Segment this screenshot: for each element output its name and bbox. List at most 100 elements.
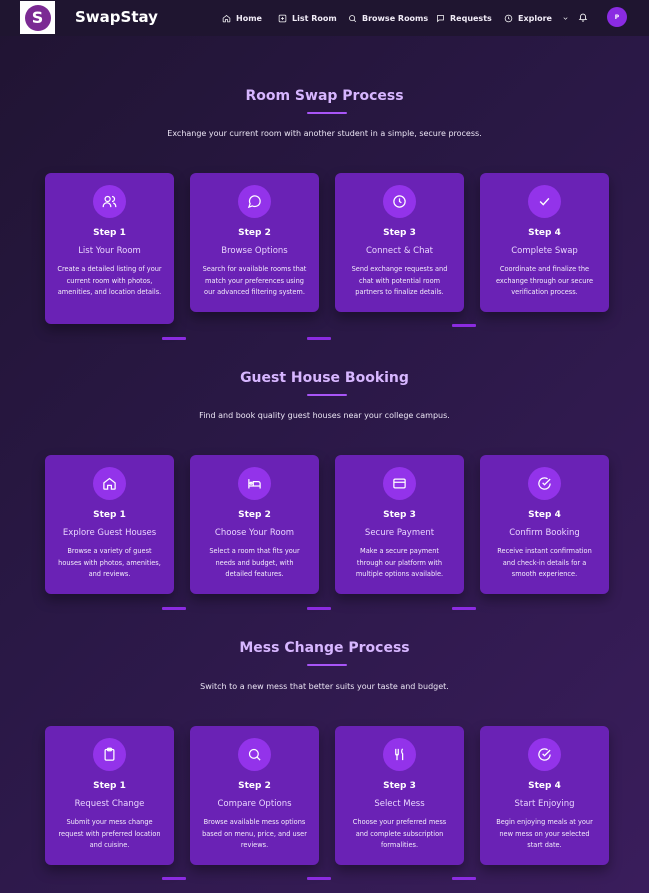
section-underline	[307, 664, 347, 666]
nav-requests[interactable]: Requests	[436, 12, 492, 24]
step-description: Browse available mess options based on m…	[202, 818, 307, 850]
nav-browse-rooms-label: Browse Rooms	[362, 13, 429, 23]
step-description: Make a secure payment through our platfo…	[355, 547, 444, 579]
connector-bar	[452, 607, 476, 610]
clock-icon	[393, 195, 406, 208]
icon-badge	[238, 185, 271, 218]
step-description: Choose your preferred mess and complete …	[352, 818, 447, 850]
check-circle-icon	[538, 748, 551, 761]
check-circle-icon	[538, 477, 551, 490]
connector-bar	[307, 607, 331, 610]
step-title: Confirm Booking	[509, 528, 580, 538]
home-icon	[222, 14, 231, 22]
step-description: Receive instant confirmation and check-i…	[497, 547, 592, 579]
step-title: Complete Swap	[511, 246, 578, 256]
icon-badge	[93, 467, 126, 500]
avatar[interactable]: P	[607, 7, 627, 27]
section-subtitle-room-swap: Exchange your current room with another …	[167, 129, 482, 138]
step-title: Compare Options	[217, 799, 292, 809]
nav-home[interactable]: Home	[222, 12, 262, 24]
chevron-down-icon	[563, 16, 568, 20]
search-icon	[248, 748, 261, 761]
step-card-room-swap-1[interactable]: Step 1 List Your Room Create a detailed …	[45, 173, 174, 324]
step-title: Secure Payment	[364, 528, 435, 538]
step-card-mess-3[interactable]: Step 3 Select Mess Choose your preferred…	[335, 726, 464, 865]
step-number: Step 1	[93, 228, 126, 238]
icon-badge	[383, 738, 416, 771]
connector-bar	[452, 324, 476, 327]
step-description: Begin enjoying meals at your new mess on…	[496, 818, 593, 850]
step-card-guest-house-2[interactable]: Step 2 Choose Your Room Select a room th…	[190, 455, 319, 594]
step-title: List Your Room	[78, 246, 141, 256]
step-number: Step 2	[238, 510, 271, 520]
step-card-mess-1[interactable]: Step 1 Request Change Submit your mess c…	[45, 726, 174, 865]
check-icon	[539, 197, 550, 206]
nav-explore-label: Explore	[518, 13, 552, 23]
step-number: Step 4	[528, 228, 561, 238]
step-title: Start Enjoying	[514, 799, 575, 809]
credit-card-icon	[393, 478, 406, 489]
step-card-room-swap-2[interactable]: Step 2 Browse Options Search for availab…	[190, 173, 319, 312]
section-title-guest-house: Guest House Booking	[240, 370, 409, 386]
logo[interactable]: S	[20, 1, 55, 34]
bed-icon	[248, 479, 261, 489]
step-number: Step 1	[93, 781, 126, 791]
step-description: Browse a variety of guest houses with ph…	[58, 547, 161, 579]
icon-badge	[528, 738, 561, 771]
chat-bubble-icon	[247, 195, 261, 209]
step-card-room-swap-4[interactable]: Step 4 Complete Swap Coordinate and fina…	[480, 173, 609, 312]
connector-bar	[452, 877, 476, 880]
step-card-room-swap-3[interactable]: Step 3 Connect & Chat Send exchange requ…	[335, 173, 464, 312]
message-icon	[437, 14, 444, 22]
step-description: Submit your mess change request with pre…	[58, 818, 161, 850]
step-card-guest-house-1[interactable]: Step 1 Explore Guest Houses Browse a var…	[45, 455, 174, 594]
house-icon	[103, 477, 116, 490]
nav-explore[interactable]: Explore	[504, 12, 569, 24]
step-number: Step 1	[93, 510, 126, 520]
step-card-mess-2[interactable]: Step 2 Compare Options Browse available …	[190, 726, 319, 865]
connector-bar	[162, 337, 186, 340]
top-navbar: S SwapStay Home List Room Browse Rooms R…	[0, 0, 649, 36]
nav-requests-label: Requests	[450, 13, 492, 23]
section-underline	[307, 394, 347, 396]
step-number: Step 2	[238, 781, 271, 791]
connector-bar	[307, 337, 331, 340]
step-title: Explore Guest Houses	[62, 528, 157, 538]
icon-badge	[383, 185, 416, 218]
section-title-room-swap: Room Swap Process	[245, 88, 404, 104]
step-number: Step 3	[383, 228, 416, 238]
step-description: Send exchange requests and chat with pot…	[351, 265, 448, 297]
icon-badge	[528, 185, 561, 218]
compass-icon	[504, 14, 513, 22]
section-underline	[307, 112, 347, 114]
icon-badge	[528, 467, 561, 500]
step-description: Create a detailed listing of your curren…	[57, 265, 162, 297]
step-number: Step 3	[383, 510, 416, 520]
icon-badge	[238, 738, 271, 771]
step-description: Search for available rooms that match yo…	[202, 265, 307, 297]
nav-list-room[interactable]: List Room	[278, 12, 337, 24]
step-description: Coordinate and finalize the exchange thr…	[495, 265, 594, 297]
nav-home-label: Home	[236, 13, 262, 23]
section-subtitle-guest-house: Find and book quality guest houses near …	[199, 411, 450, 420]
step-number: Step 4	[528, 781, 561, 791]
nav-browse-rooms[interactable]: Browse Rooms	[348, 12, 428, 24]
step-card-mess-4[interactable]: Step 4 Start Enjoying Begin enjoying mea…	[480, 726, 609, 865]
step-number: Step 4	[528, 510, 561, 520]
icon-badge	[93, 738, 126, 771]
clipboard-icon	[104, 747, 115, 761]
utensils-icon	[395, 748, 404, 761]
step-title: Select Mess	[374, 799, 425, 809]
icon-badge	[93, 185, 126, 218]
brand-name[interactable]: SwapStay	[75, 8, 158, 26]
step-card-guest-house-3[interactable]: Step 3 Secure Payment Make a secure paym…	[335, 455, 464, 594]
connector-bar	[162, 607, 186, 610]
step-title: Connect & Chat	[365, 246, 434, 256]
users-icon	[102, 195, 117, 208]
step-card-guest-house-4[interactable]: Step 4 Confirm Booking Receive instant c…	[480, 455, 609, 594]
bell-icon[interactable]	[578, 12, 588, 22]
logo-mark: S	[24, 4, 51, 31]
icon-badge	[383, 467, 416, 500]
connector-bar	[307, 877, 331, 880]
step-number: Step 3	[383, 781, 416, 791]
